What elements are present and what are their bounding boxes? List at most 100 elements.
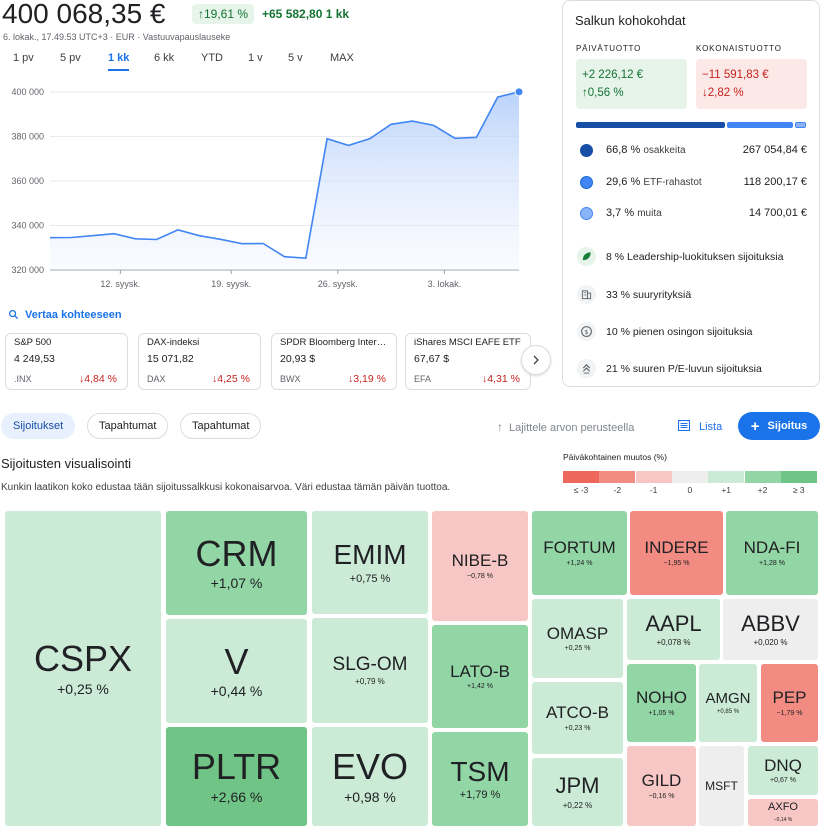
holding-symbol: JPM xyxy=(555,773,600,799)
y-tick-label: 320 000 xyxy=(11,265,44,275)
x-tick-label: 3. lokak. xyxy=(428,279,462,289)
holding-tile-lato-b[interactable]: LATO-B +1,42 % xyxy=(432,625,528,728)
index-change: ↓4,31 % xyxy=(482,373,520,385)
allocation-value: 118 200,17 € xyxy=(743,176,807,188)
next-indices-button[interactable] xyxy=(521,345,551,375)
allocation-value: 14 700,01 € xyxy=(748,207,807,219)
holding-symbol: LATO-B xyxy=(450,661,510,681)
insight-leadership[interactable]: 8 % Leadership-luokituksen sijoituksia xyxy=(577,247,817,269)
total-return-pct-row: ↓2,82 % xyxy=(702,84,801,102)
range-1-day[interactable]: 1 pv xyxy=(13,52,34,64)
insight-text: 10 % pienen osingon sijoituksia xyxy=(606,326,753,338)
legend-label: -1 xyxy=(649,485,658,495)
holding-change: +2,66 % xyxy=(210,788,263,805)
holding-tile-omasp[interactable]: OMASP +0,25 % xyxy=(532,599,623,678)
allocation-label: ETF-rahastot xyxy=(643,177,702,188)
insight-high-pe[interactable]: 21 % suuren P/E-luvun sijoituksia xyxy=(577,359,817,381)
legend-swatch xyxy=(780,471,817,483)
holding-tile-cspx[interactable]: CSPX +0,25 % xyxy=(5,511,161,826)
holding-symbol: GILD xyxy=(641,771,682,791)
timestamp-line: 6. lokak., 17.49.53 UTC+3 · EUR · Vastuu… xyxy=(3,32,231,42)
range-6-months[interactable]: 6 kk xyxy=(154,52,174,64)
chevron-right-icon xyxy=(533,355,539,365)
holding-tile-crm[interactable]: CRM +1,07 % xyxy=(166,511,307,615)
legend-swatch xyxy=(635,471,672,483)
legend-title: Päiväkohtainen muutos (%) xyxy=(563,452,667,462)
daily-return-pct: 0,56 % xyxy=(587,87,624,99)
holding-tile-tsm[interactable]: TSM +1,79 % xyxy=(432,732,528,826)
holding-tile-pep[interactable]: PEP −1,79 % xyxy=(761,664,818,742)
chevrons-up-icon xyxy=(577,359,596,378)
abs-change-text: +65 582,80 1 kk xyxy=(262,7,350,21)
holding-change: +0,23 % xyxy=(564,724,591,732)
holding-change: +0,98 % xyxy=(344,788,396,805)
holding-symbol: PEP xyxy=(772,688,807,708)
legend-label: ≤ -3 xyxy=(573,485,589,495)
holding-change: +1,42 % xyxy=(467,683,493,691)
holding-tile-nda-fi[interactable]: NDA-FI +1,28 % xyxy=(726,511,818,595)
holding-change: +0,25 % xyxy=(564,645,591,653)
holding-tile-amgn[interactable]: AMGN +0,85 % xyxy=(699,664,757,742)
holding-tile-pltr[interactable]: PLTR +2,66 % xyxy=(166,727,307,826)
index-card-efa[interactable]: iShares MSCI EAFE ETF 67,67 $ EFA ↓4,31 … xyxy=(405,333,531,390)
index-change: ↓3,19 % xyxy=(348,373,386,385)
holding-tile-noho[interactable]: NOHO +1,05 % xyxy=(627,664,696,742)
holding-tile-fortum[interactable]: FORTUM +1,24 % xyxy=(532,511,627,595)
holding-symbol: V xyxy=(224,640,249,682)
index-change: ↓4,25 % xyxy=(212,373,250,385)
compare-link[interactable]: Vertaa kohteeseen xyxy=(8,309,122,321)
add-investment-button[interactable]: + Sijoitus xyxy=(738,412,820,440)
tab-holdings[interactable]: Sijoitukset xyxy=(1,413,76,439)
x-tick-label: 12. syysk. xyxy=(100,279,140,289)
index-price: 4 249,53 xyxy=(14,353,55,365)
holding-tile-slg-om[interactable]: SLG-OM +0,79 % xyxy=(312,618,428,723)
allocation-pct: 3,7 % muita xyxy=(606,207,662,219)
index-card-bwx[interactable]: SPDR Bloomberg International Treasury 20… xyxy=(271,333,397,390)
sort-by-value-button[interactable]: ↑ Lajittele arvon perusteella xyxy=(497,420,634,434)
range-5-years[interactable]: 5 v xyxy=(288,52,303,64)
holding-tile-axfo[interactable]: AXFO −0,14 % xyxy=(748,799,818,826)
holding-tile-emim[interactable]: EMIM +0,75 % xyxy=(312,511,428,614)
holding-tile-nibe-b[interactable]: NIBE-B −0,78 % xyxy=(432,511,528,621)
index-name: SPDR Bloomberg International Treasury xyxy=(280,337,388,348)
holding-change: +0,75 % xyxy=(349,572,391,585)
holding-tile-v[interactable]: V +0,44 % xyxy=(166,619,307,723)
insight-large-cap[interactable]: 33 % suuryrityksiä xyxy=(577,285,817,307)
range-5-days[interactable]: 5 pv xyxy=(60,52,81,64)
tab-events[interactable]: Tapahtumat xyxy=(180,413,262,439)
holding-tile-dnq[interactable]: DNQ +0,67 % xyxy=(748,746,818,795)
holding-tile-indere[interactable]: INDERE −1,95 % xyxy=(630,511,723,595)
holding-change: −0,78 % xyxy=(467,572,493,580)
holding-tile-gild[interactable]: GILD −0,16 % xyxy=(627,746,696,826)
holding-change: +1,05 % xyxy=(648,709,675,717)
range-max[interactable]: MAX xyxy=(330,52,354,64)
index-card-dax[interactable]: DAX-indeksi 15 071,82 DAX ↓4,25 % xyxy=(138,333,261,390)
holding-tile-evo[interactable]: EVO +0,98 % xyxy=(312,727,428,826)
range-ytd[interactable]: YTD xyxy=(201,52,223,64)
holding-tile-msft[interactable]: MSFT xyxy=(699,746,744,826)
holding-change: +1,79 % xyxy=(459,789,501,802)
holding-change: +0,22 % xyxy=(562,800,593,810)
holding-change: +0,44 % xyxy=(210,683,263,700)
allocation-bar-other xyxy=(795,122,806,128)
highlights-title: Salkun kohokohdat xyxy=(575,13,686,28)
sort-label: Lajittele arvon perusteella xyxy=(509,422,635,434)
range-1-year[interactable]: 1 v xyxy=(248,52,263,64)
holding-symbol: OMASP xyxy=(546,623,609,643)
dot-other-icon xyxy=(580,207,593,220)
index-card-sp500[interactable]: S&P 500 4 249,53 .INX ↓4,84 % xyxy=(5,333,128,390)
list-view-button[interactable]: Lista xyxy=(677,419,722,433)
visualization-title: Sijoitusten visualisointi xyxy=(1,456,132,471)
portfolio-chart[interactable]: 400 000 380 000 360 000 340 000 320 000 12. s… xyxy=(0,78,530,298)
range-1-month[interactable]: 1 kk xyxy=(108,52,129,64)
holding-tile-jpm[interactable]: JPM +0,22 % xyxy=(532,758,623,826)
holding-tile-abbv[interactable]: ABBV +0,020 % xyxy=(723,599,818,660)
holding-tile-atco-b[interactable]: ATCO-B +0,23 % xyxy=(532,682,623,754)
index-change: ↓4,84 % xyxy=(79,373,117,385)
daily-return-pct-row: ↑0,56 % xyxy=(582,84,681,102)
insight-small-dividend[interactable]: $ 10 % pienen osingon sijoituksia xyxy=(577,322,817,344)
tab-transactions[interactable]: Tapahtumat xyxy=(87,413,169,439)
index-symbol: DAX xyxy=(147,374,166,384)
active-range-indicator xyxy=(108,69,129,71)
holding-tile-aapl[interactable]: AAPL +0,078 % xyxy=(627,599,720,660)
